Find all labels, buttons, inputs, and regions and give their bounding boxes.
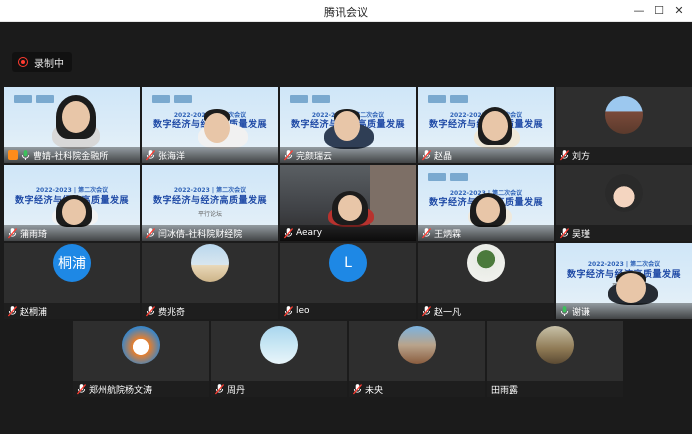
participant-tile[interactable]: 2022-2023 | 第二次会议 数字经济与经济高质量发展 王炳霖 [418,165,554,241]
mic-muted-icon[interactable] [8,305,17,317]
participant-tile[interactable]: Aeary [280,165,416,241]
participant-tile[interactable]: 2022-2023 | 第二次会议 数字经济与经济高质量发展 平行论坛 谢谦 [556,243,692,319]
mic-muted-icon[interactable] [284,227,293,239]
participant-name: 完颜瑞云 [296,151,333,162]
participant-name: 闫冰倩-社科院财经院 [158,229,243,240]
participant-tile[interactable]: 桐浦 赵桐浦 [4,243,140,319]
avatar: L [329,244,367,282]
mic-muted-icon[interactable] [353,383,362,395]
participant-tile[interactable]: 费兆奇 [142,243,278,319]
participant-name: 王炳霖 [434,229,462,240]
avatar: 桐浦 [53,244,91,282]
window-title: 腾讯会议 [324,6,368,19]
mic-muted-icon[interactable] [560,149,569,161]
participant-name: 吴瑾 [572,229,591,240]
mic-on-icon[interactable] [21,149,30,161]
video-grid: 录制中 曹婧-社科院金融所 2022-2023 | 第二次会议 数字经济与经济高… [0,22,692,434]
mic-on-icon[interactable] [560,305,569,317]
participant-tile[interactable]: 赵一凡 [418,243,554,319]
participant-tile[interactable]: 2022-2023 | 第二次会议 数字经济与经济高质量发展 平行论坛 闫冰倩-… [142,165,278,241]
recording-label: 录制中 [34,58,64,70]
participant-name: 郑州航院杨文涛 [89,385,153,396]
participant-name: leo [296,306,310,316]
participant-tile[interactable]: 2022-2023 | 第二次会议 数字经济与经济高质量发展 张海洋 [142,87,278,163]
participant-tile[interactable]: 吴瑾 [556,165,692,241]
avatar [260,326,298,364]
window-titlebar: 腾讯会议 — ☐ ✕ [0,0,692,22]
mic-muted-icon[interactable] [284,305,293,317]
avatar [605,174,643,212]
participant-name: 谢谦 [572,307,591,318]
participant-name: 张海洋 [158,151,186,162]
avatar [467,244,505,282]
mic-muted-icon[interactable] [422,227,431,239]
participant-name: 赵一凡 [434,307,462,318]
participant-name: 田雨露 [491,385,519,396]
participant-tile[interactable]: 田雨露 [487,321,623,397]
avatar [398,326,436,364]
participant-name: 未央 [365,385,384,396]
close-button[interactable]: ✕ [670,3,688,19]
participant-name: Aeary [296,228,323,238]
mic-muted-icon[interactable] [422,149,431,161]
participant-tile[interactable]: 2022-2023 | 第二次会议 数字经济与经济高质量发展 赵晶 [418,87,554,163]
participant-tile[interactable]: 未央 [349,321,485,397]
participant-name: 周丹 [227,385,246,396]
participant-name: 曹婧-社科院金融所 [33,151,109,162]
mic-muted-icon[interactable] [77,383,86,395]
avatar [605,96,643,134]
mic-muted-icon[interactable] [146,305,155,317]
mic-muted-icon[interactable] [560,227,569,239]
mic-muted-icon[interactable] [146,149,155,161]
participant-name: 费兆奇 [158,307,186,318]
participant-name: 赵桐浦 [20,307,48,318]
avatar [536,326,574,364]
mic-muted-icon[interactable] [146,227,155,239]
avatar [191,244,229,282]
participant-tile[interactable]: 2022-2023 | 第二次会议 数字经济与经济高质量发展 蒲雨琦 [4,165,140,241]
recording-indicator[interactable]: 录制中 [12,52,72,72]
participant-tile[interactable]: L leo [280,243,416,319]
mic-muted-icon[interactable] [8,227,17,239]
minimize-button[interactable]: — [630,3,648,19]
maximize-button[interactable]: ☐ [650,3,668,19]
participant-tile[interactable]: 刘方 [556,87,692,163]
participant-name: 赵晶 [434,151,453,162]
participant-tile[interactable]: 曹婧-社科院金融所 [4,87,140,163]
participant-tile[interactable]: 周丹 [211,321,347,397]
mic-muted-icon[interactable] [284,149,293,161]
mic-muted-icon[interactable] [422,305,431,317]
participant-tile[interactable]: 2022-2023 | 第二次会议 数字经济与经济高质量发展 完颜瑞云 [280,87,416,163]
mic-muted-icon[interactable] [215,383,224,395]
participant-name: 刘方 [572,151,591,162]
participant-name: 蒲雨琦 [20,229,48,240]
participant-tile[interactable]: 郑州航院杨文涛 [73,321,209,397]
recording-icon [18,57,28,67]
avatar [122,326,160,364]
host-icon [8,150,18,160]
